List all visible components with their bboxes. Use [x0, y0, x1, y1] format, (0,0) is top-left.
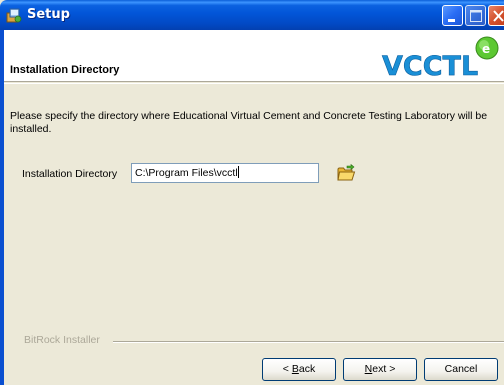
minimize-icon — [448, 19, 455, 22]
bitrock-installer-label: BitRock Installer — [24, 334, 100, 346]
title-bar[interactable]: Setup — [0, 0, 504, 30]
directory-value: C:\Program Files\vcctl — [135, 167, 238, 179]
description-text: Please specify the directory where Educa… — [10, 110, 488, 135]
back-label-mnemonic: B — [291, 363, 299, 375]
setup-window: Setup Installation Directory VCCTL e Ple… — [0, 0, 504, 385]
minimize-button[interactable] — [442, 5, 463, 26]
window-left-border — [0, 30, 4, 385]
header-divider — [0, 83, 504, 84]
page-title: Installation Directory — [10, 64, 120, 76]
back-button[interactable]: < Back — [262, 358, 336, 381]
installation-directory-input[interactable]: C:\Program Files\vcctl — [131, 163, 319, 183]
installation-directory-label: Installation Directory — [22, 168, 118, 180]
svg-text:e: e — [482, 42, 490, 56]
close-icon — [493, 10, 504, 22]
setup-app-icon — [6, 8, 22, 23]
maximize-icon — [470, 10, 482, 22]
back-label-prefix: < — [282, 363, 292, 375]
back-label-rest: ack — [298, 363, 316, 375]
footer-divider — [113, 341, 504, 343]
maximize-button[interactable] — [465, 5, 486, 26]
next-button[interactable]: Next > — [343, 358, 417, 381]
svg-text:VCCTL: VCCTL — [382, 51, 478, 81]
open-folder-icon — [337, 163, 356, 181]
vcctl-logo: VCCTL e — [382, 36, 499, 81]
window-title: Setup — [27, 7, 70, 22]
browse-folder-button[interactable] — [336, 163, 356, 183]
next-label-rest: ext > — [372, 363, 396, 375]
text-caret — [237, 166, 239, 178]
close-button[interactable] — [488, 5, 504, 26]
cancel-button[interactable]: Cancel — [424, 358, 498, 381]
